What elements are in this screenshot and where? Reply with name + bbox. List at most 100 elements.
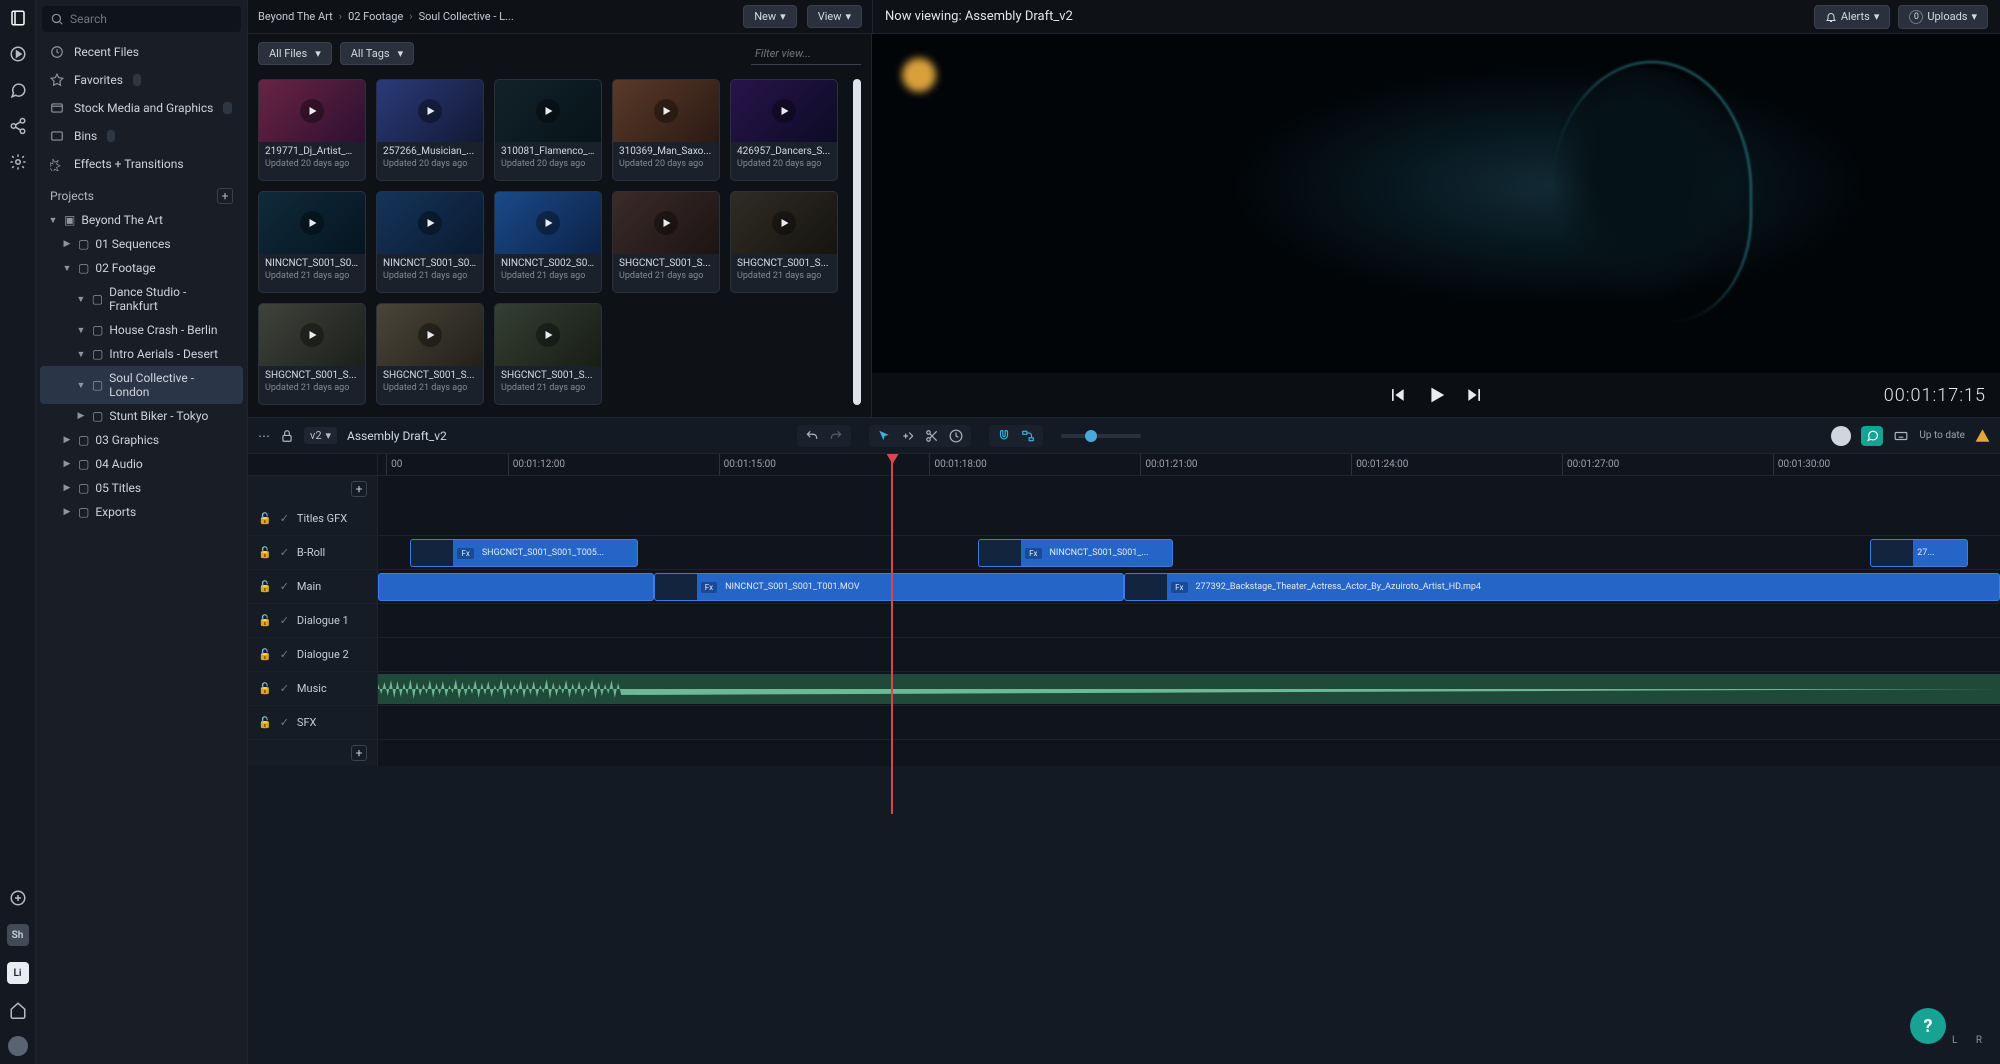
home-icon[interactable] <box>8 1000 28 1020</box>
tree-intro[interactable]: ▼▢Intro Aerials - Desert <box>40 342 243 366</box>
lock-icon[interactable]: 🔓 <box>258 546 272 559</box>
user-badge-sh[interactable]: Sh <box>7 924 29 946</box>
tree-house[interactable]: ▼▢House Crash - Berlin <box>40 318 243 342</box>
clip-card[interactable]: 310369_Man_Saxo... Updated 20 days ago <box>612 79 720 181</box>
play-circle-icon[interactable] <box>8 44 28 64</box>
clip-card[interactable]: SHGCNCT_S001_S... Updated 21 days ago <box>730 191 838 293</box>
share-icon[interactable] <box>8 116 28 136</box>
tree-footage[interactable]: ▼▢02 Footage <box>40 256 243 280</box>
enabled-icon[interactable]: ✓ <box>280 546 289 559</box>
enabled-icon[interactable]: ✓ <box>280 614 289 627</box>
tree-graphics[interactable]: ▶▢03 Graphics <box>40 428 243 452</box>
magnet-icon[interactable] <box>997 429 1011 443</box>
timeline-clip[interactable]: 27... <box>1870 539 1967 567</box>
timeline-clip[interactable]: Fx277392_Backstage_Theater_Actress_Actor… <box>1124 573 2000 601</box>
clip-card[interactable]: 310081_Flamenco_... Updated 20 days ago <box>494 79 602 181</box>
tree-dance[interactable]: ▼▢Dance Studio - Frankfurt <box>40 280 243 318</box>
lock-icon[interactable]: 🔓 <box>258 716 272 729</box>
scrollbar[interactable] <box>853 79 861 405</box>
enabled-icon[interactable]: ✓ <box>280 512 289 525</box>
timeline-clip[interactable] <box>378 573 654 601</box>
tree-sequences[interactable]: ▶▢01 Sequences <box>40 232 243 256</box>
add-video-track[interactable]: + <box>351 481 367 497</box>
nav-recent[interactable]: Recent Files <box>36 38 247 66</box>
view-button[interactable]: View▾ <box>807 5 862 28</box>
collaborator-avatar[interactable] <box>1831 426 1851 446</box>
clip-card[interactable]: 426957_Dancers_S... Updated 20 days ago <box>730 79 838 181</box>
more-icon[interactable]: ⋯ <box>258 429 270 443</box>
user-badge-li[interactable]: Li <box>7 962 29 984</box>
undo-icon[interactable] <box>805 429 819 443</box>
clip-card[interactable]: SHGCNCT_S001_S... Updated 21 days ago <box>258 303 366 405</box>
play-icon[interactable] <box>1425 384 1447 406</box>
clip-card[interactable]: SHGCNCT_S001_S... Updated 21 days ago <box>612 191 720 293</box>
filter-view-input[interactable] <box>751 43 861 65</box>
lock-icon[interactable] <box>280 429 294 443</box>
search-input[interactable] <box>70 12 233 26</box>
lock-icon[interactable]: 🔓 <box>258 512 272 525</box>
timeline-clip[interactable]: FxSHGCNCT_S001_S001_T005... <box>410 539 637 567</box>
clip-card[interactable]: NINCNCT_S001_S0... Updated 21 days ago <box>376 191 484 293</box>
tree-exports[interactable]: ▶▢Exports <box>40 500 243 524</box>
crumb-2[interactable]: Soul Collective - L... <box>419 10 514 23</box>
ripple-icon[interactable] <box>949 429 963 443</box>
tree-audio[interactable]: ▶▢04 Audio <box>40 452 243 476</box>
ruler-tick: 00:01:12:00 <box>508 454 565 475</box>
timeline-clip[interactable]: FxNINCNCT_S001_S001_... <box>978 539 1173 567</box>
lock-icon[interactable]: 🔓 <box>258 682 272 695</box>
workspace-icon[interactable] <box>8 8 28 28</box>
enabled-icon[interactable]: ✓ <box>280 648 289 661</box>
tree-titles[interactable]: ▶▢05 Titles <box>40 476 243 500</box>
clip-card[interactable]: NINCNCT_S002_S0... Updated 21 days ago <box>494 191 602 293</box>
enabled-icon[interactable]: ✓ <box>280 682 289 695</box>
comment-icon[interactable] <box>8 80 28 100</box>
timeline-ruler[interactable]: 0000:01:12:0000:01:15:0000:01:18:0000:01… <box>248 454 2000 476</box>
enabled-icon[interactable]: ✓ <box>280 580 289 593</box>
step-back-icon[interactable] <box>1387 385 1407 405</box>
filter-files[interactable]: All Files▾ <box>258 42 332 65</box>
warning-icon[interactable] <box>1975 428 1990 443</box>
link-icon[interactable] <box>1021 429 1035 443</box>
tree-root[interactable]: ▼▣Beyond The Art <box>40 208 243 232</box>
search-box[interactable] <box>42 6 241 32</box>
keyboard-icon[interactable] <box>1893 429 1909 443</box>
clip-card[interactable]: 219771_Dj_Artist_M... Updated 20 days ag… <box>258 79 366 181</box>
user-avatar[interactable] <box>8 1036 28 1056</box>
nav-stock[interactable]: Stock Media and Graphics <box>36 94 247 122</box>
insert-icon[interactable] <box>901 429 915 443</box>
add-audio-track[interactable]: + <box>351 745 367 761</box>
nav-bins[interactable]: Bins <box>36 122 247 150</box>
cut-icon[interactable] <box>925 429 939 443</box>
sequence-version[interactable]: v2▾ <box>304 427 337 444</box>
clip-card[interactable]: SHGCNCT_S001_S... Updated 21 days ago <box>376 303 484 405</box>
nav-favorites[interactable]: Favorites <box>36 66 247 94</box>
new-button[interactable]: New▾ <box>743 5 796 28</box>
crumb-1[interactable]: 02 Footage <box>348 10 403 23</box>
crumb-0[interactable]: Beyond The Art <box>258 10 333 23</box>
lock-icon[interactable]: 🔓 <box>258 580 272 593</box>
audio-waveform[interactable] <box>378 674 2000 704</box>
lock-icon[interactable]: 🔓 <box>258 614 272 627</box>
pointer-icon[interactable] <box>877 429 891 443</box>
plus-circle-icon[interactable] <box>8 888 28 908</box>
enabled-icon[interactable]: ✓ <box>280 716 289 729</box>
clip-card[interactable]: 257266_Musician_... Updated 20 days ago <box>376 79 484 181</box>
clip-card[interactable]: SHGCNCT_S001_S... Updated 21 days ago <box>494 303 602 405</box>
uploads-button[interactable]: 0Uploads▾ <box>1898 5 1988 29</box>
step-forward-icon[interactable] <box>1465 385 1485 405</box>
comments-chip[interactable] <box>1861 426 1883 446</box>
preview-viewport[interactable] <box>872 34 2000 373</box>
zoom-slider[interactable] <box>1061 434 1141 438</box>
tree-soul[interactable]: ▼▢Soul Collective - London <box>40 366 243 404</box>
alerts-button[interactable]: Alerts▾ <box>1814 5 1891 29</box>
timeline-clip[interactable]: FxNINCNCT_S001_S001_T001.MOV <box>654 573 1124 601</box>
add-project-button[interactable]: + <box>217 188 233 204</box>
clip-card[interactable]: NINCNCT_S001_S0... Updated 21 days ago <box>258 191 366 293</box>
tree-stunt[interactable]: ▶▢Stunt Biker - Tokyo <box>40 404 243 428</box>
nav-effects[interactable]: Effects + Transitions <box>36 150 247 178</box>
help-fab[interactable]: ? <box>1910 1008 1946 1044</box>
settings-icon[interactable] <box>8 152 28 172</box>
lock-icon[interactable]: 🔓 <box>258 648 272 661</box>
redo-icon[interactable] <box>829 429 843 443</box>
filter-tags[interactable]: All Tags▾ <box>340 42 414 65</box>
